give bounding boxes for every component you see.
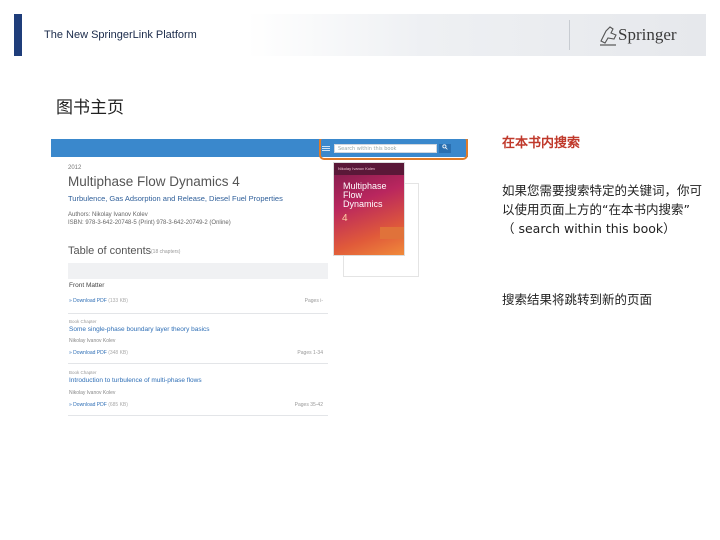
callout-heading: 在本书内搜索	[502, 136, 581, 151]
book-year: 2012	[68, 165, 82, 171]
file-size: (348 KB)	[108, 350, 128, 356]
list-item-kicker: Book Chapter	[69, 319, 97, 324]
cover-author: Nikolay Ivanov Kolev	[338, 166, 376, 171]
list-item-title[interactable]: Front Matter	[69, 282, 104, 289]
cover-author-band: Nikolay Ivanov Kolev	[334, 163, 404, 175]
slide-title: 图书主页	[56, 98, 124, 118]
download-label: Download PDF	[73, 350, 107, 356]
chapter-title-link[interactable]: Some single-phase boundary layer theory …	[69, 326, 210, 333]
download-pdf-link[interactable]: » Download PDF (133 KB)	[69, 298, 128, 304]
header-accent-bar	[14, 14, 22, 56]
section-band	[68, 263, 328, 279]
book-cover-image[interactable]: Nikolay Ivanov Kolev Multiphase Flow Dyn…	[334, 163, 404, 255]
page-range: Pages i-	[304, 298, 323, 304]
toc-chapter-count: (18 chapters)	[151, 249, 181, 255]
file-size: (133 KB)	[108, 298, 128, 304]
cover-badge	[380, 227, 404, 239]
download-label: Download PDF	[73, 402, 107, 408]
divider	[68, 313, 328, 314]
file-size: (685 KB)	[108, 402, 128, 408]
book-subtitle: Turbulence, Gas Adsorption and Release, …	[68, 194, 283, 203]
list-item-kicker: Book Chapter	[69, 370, 97, 375]
callout-result-note: 搜索结果将跳转到新的页面	[502, 292, 653, 307]
chapter-author[interactable]: Nikolay Ivanov Kolev	[69, 390, 115, 396]
chapter-title-link[interactable]: Introduction to turbulence of multi-phas…	[69, 377, 202, 384]
search-highlight-box	[319, 139, 468, 160]
divider	[68, 415, 328, 416]
book-title: Multiphase Flow Dynamics 4	[68, 174, 240, 189]
download-label: Download PDF	[73, 298, 107, 304]
page-range: Pages 35-42	[294, 402, 323, 408]
callout-paragraph: 如果您需要搜索特定的关键词，你可以使用页面上方的“在本书内搜索” （ searc…	[502, 183, 703, 236]
springer-logo: Springer	[618, 25, 677, 44]
book-isbn: ISBN: 978-3-642-20748-5 (Print) 978-3-64…	[68, 220, 231, 226]
page-range: Pages 1-34	[297, 350, 323, 356]
header-title: The New SpringerLink Platform	[44, 29, 197, 41]
cover-title-line-3: Dynamics	[343, 199, 383, 209]
chapter-author[interactable]: Nikolay Ivanov Kolev	[69, 338, 115, 344]
springerlink-book-page-screenshot: Search within this book 2012 Multiphase …	[51, 139, 468, 429]
book-authors[interactable]: Authors: Nikolay Ivanov Kolev	[68, 212, 148, 218]
download-pdf-link[interactable]: » Download PDF (348 KB)	[69, 350, 128, 356]
toc-heading: Table of contents	[68, 245, 152, 257]
divider	[68, 363, 328, 364]
header-divider	[569, 20, 570, 50]
download-pdf-link[interactable]: » Download PDF (685 KB)	[69, 402, 128, 408]
cover-volume-number: 4	[342, 213, 348, 224]
